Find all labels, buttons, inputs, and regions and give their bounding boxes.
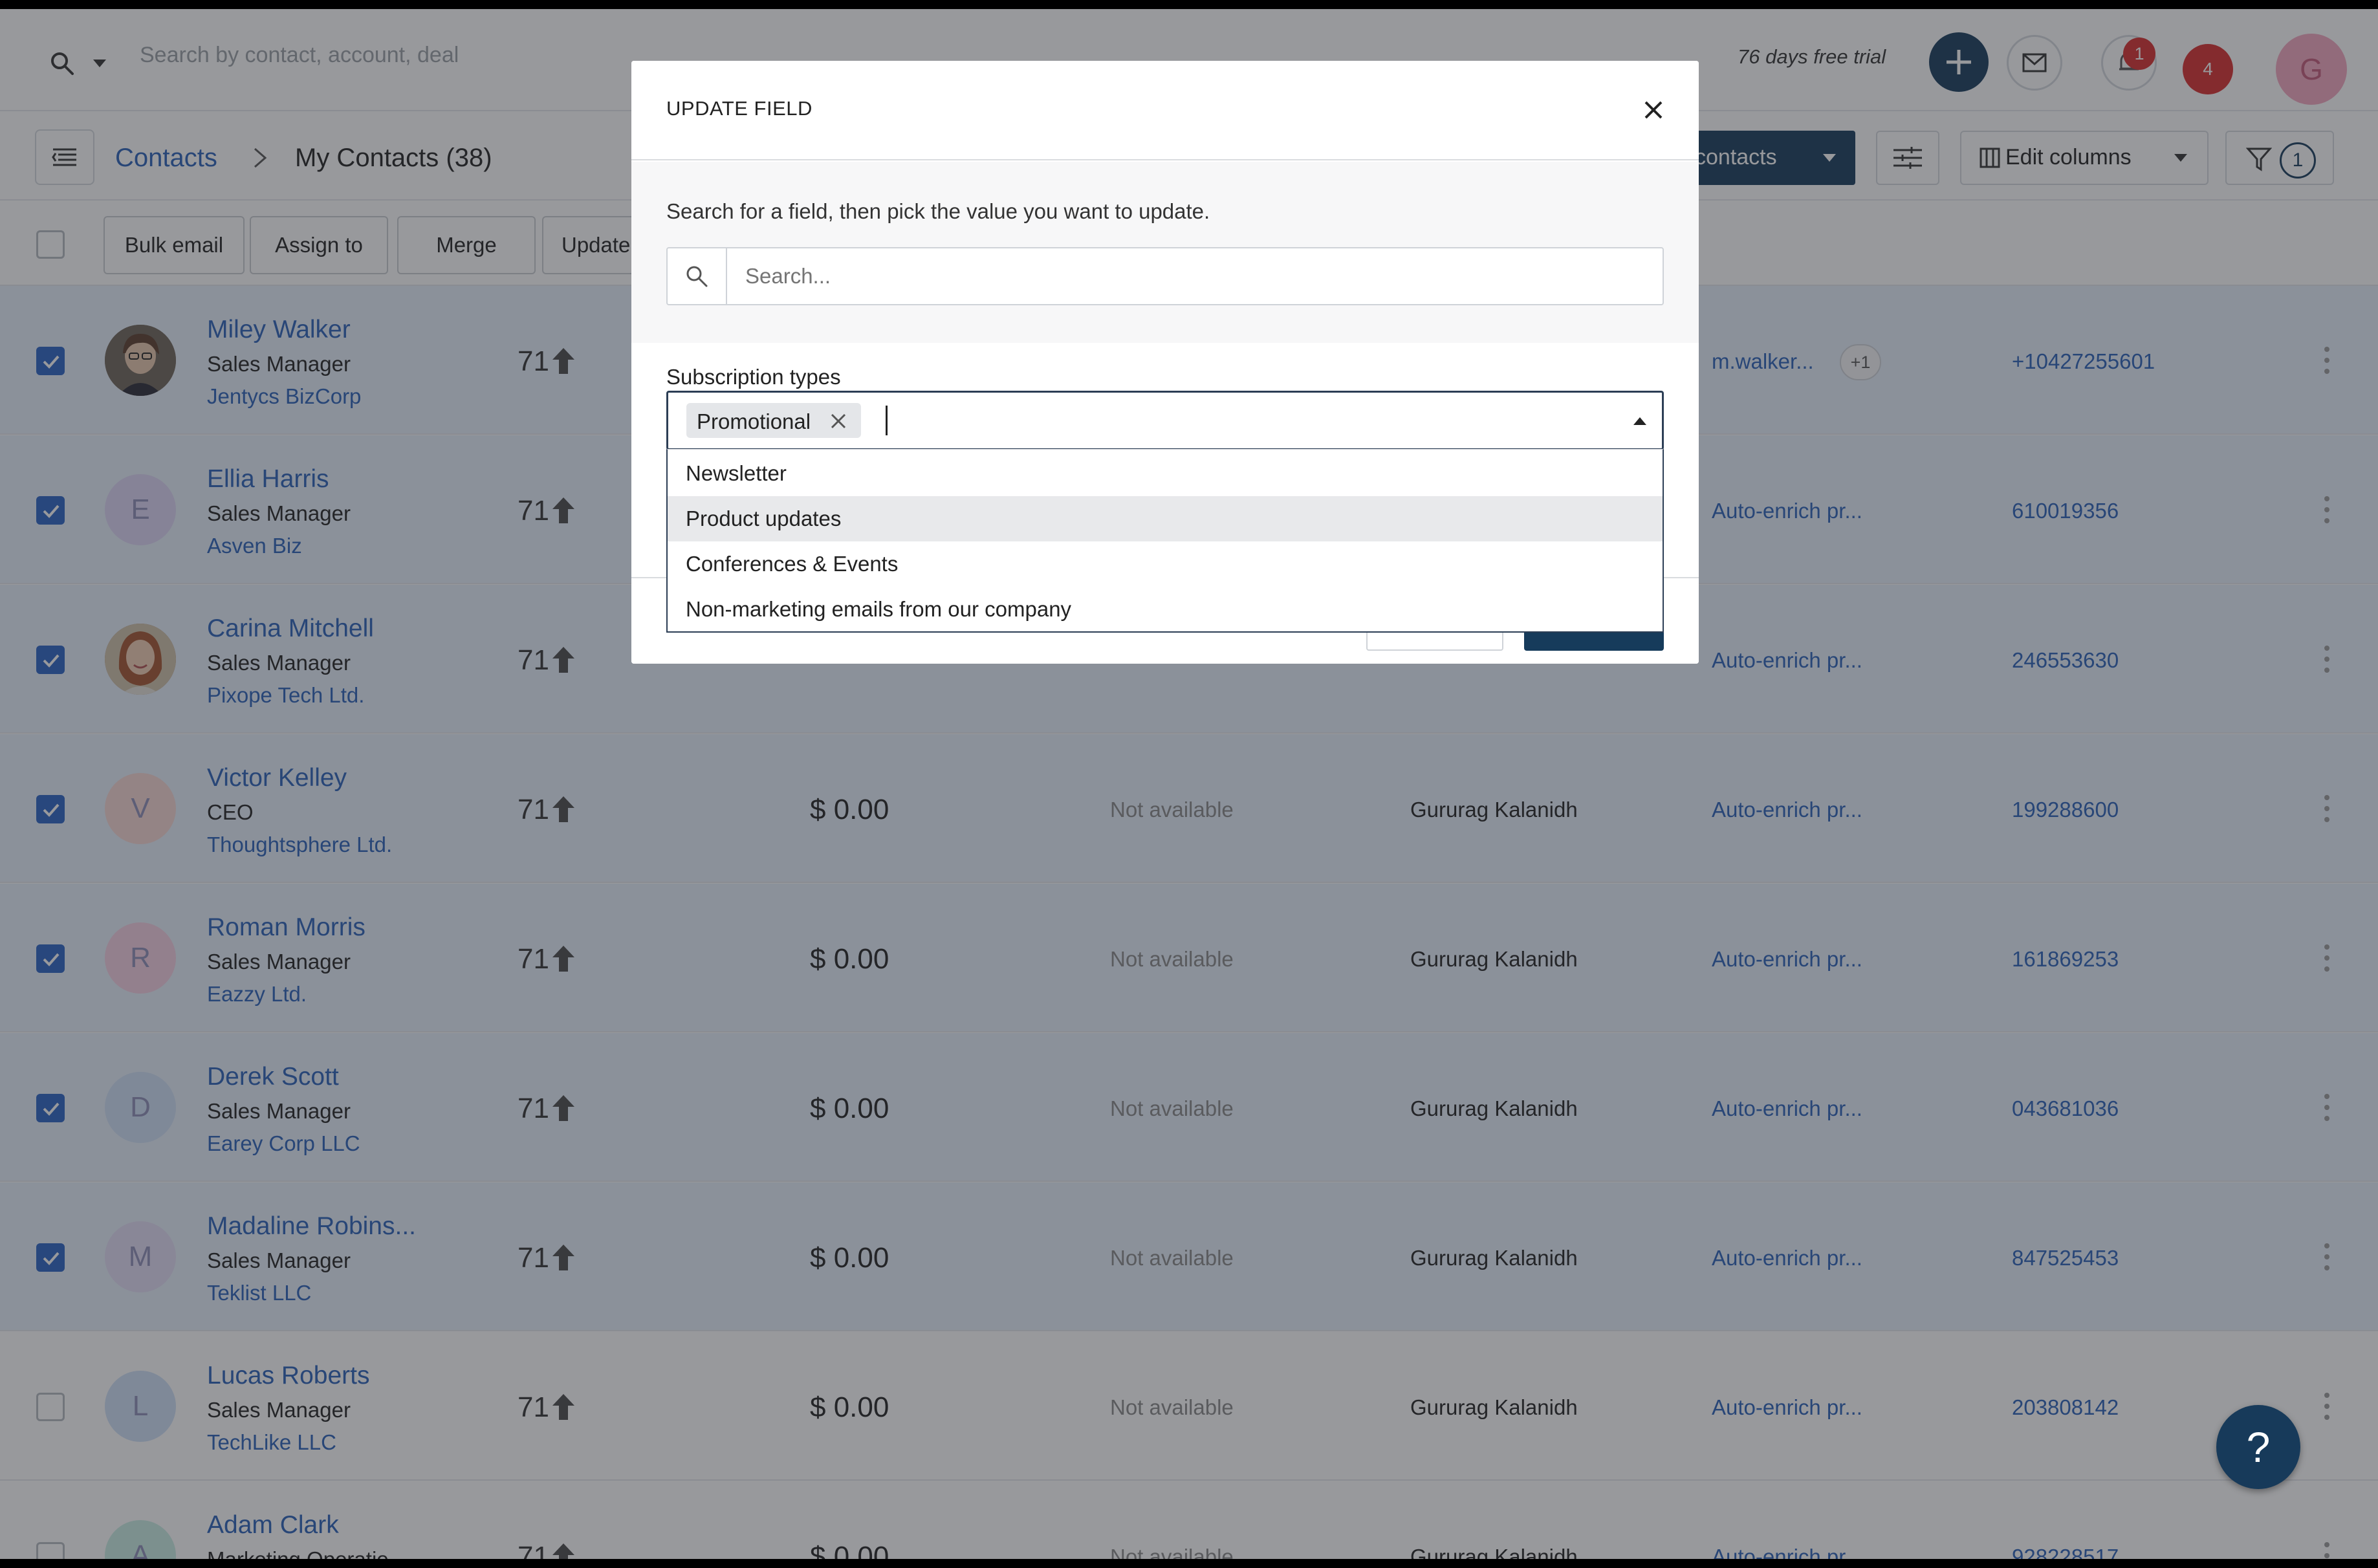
dialog-header: UPDATE FIELD (631, 61, 1699, 160)
subscription-options-list: Newsletter Product updates Conferences &… (666, 449, 1664, 633)
close-icon[interactable] (1639, 96, 1668, 124)
option-conferences-events[interactable]: Conferences & Events (668, 541, 1663, 587)
app-window: Search by contact, account, deal 76 days… (0, 9, 2378, 1559)
subscription-types-label: Subscription types (666, 365, 841, 389)
selected-chip-label: Promotional (697, 409, 811, 433)
text-cursor (886, 406, 888, 435)
field-search-icon-box (668, 248, 727, 304)
option-non-marketing-emails[interactable]: Non-marketing emails from our company (668, 587, 1663, 632)
field-search-input[interactable] (745, 264, 1638, 289)
option-product-updates[interactable]: Product updates (668, 496, 1663, 541)
dialog-search-section: Search for a field, then pick the value … (631, 162, 1699, 343)
field-search-box (666, 247, 1664, 305)
remove-chip-icon[interactable] (830, 413, 847, 430)
option-newsletter[interactable]: Newsletter (668, 451, 1663, 496)
dialog-hint: Search for a field, then pick the value … (666, 199, 1210, 223)
chevron-up-icon[interactable] (1632, 416, 1648, 426)
search-icon (686, 266, 708, 287)
update-field-dialog: UPDATE FIELD Search for a field, then pi… (631, 61, 1699, 664)
selected-chip: Promotional (686, 403, 861, 438)
help-button[interactable]: ? (2216, 1405, 2300, 1489)
dialog-title: UPDATE FIELD (666, 97, 813, 120)
subscription-types-select[interactable]: Promotional (666, 391, 1664, 450)
